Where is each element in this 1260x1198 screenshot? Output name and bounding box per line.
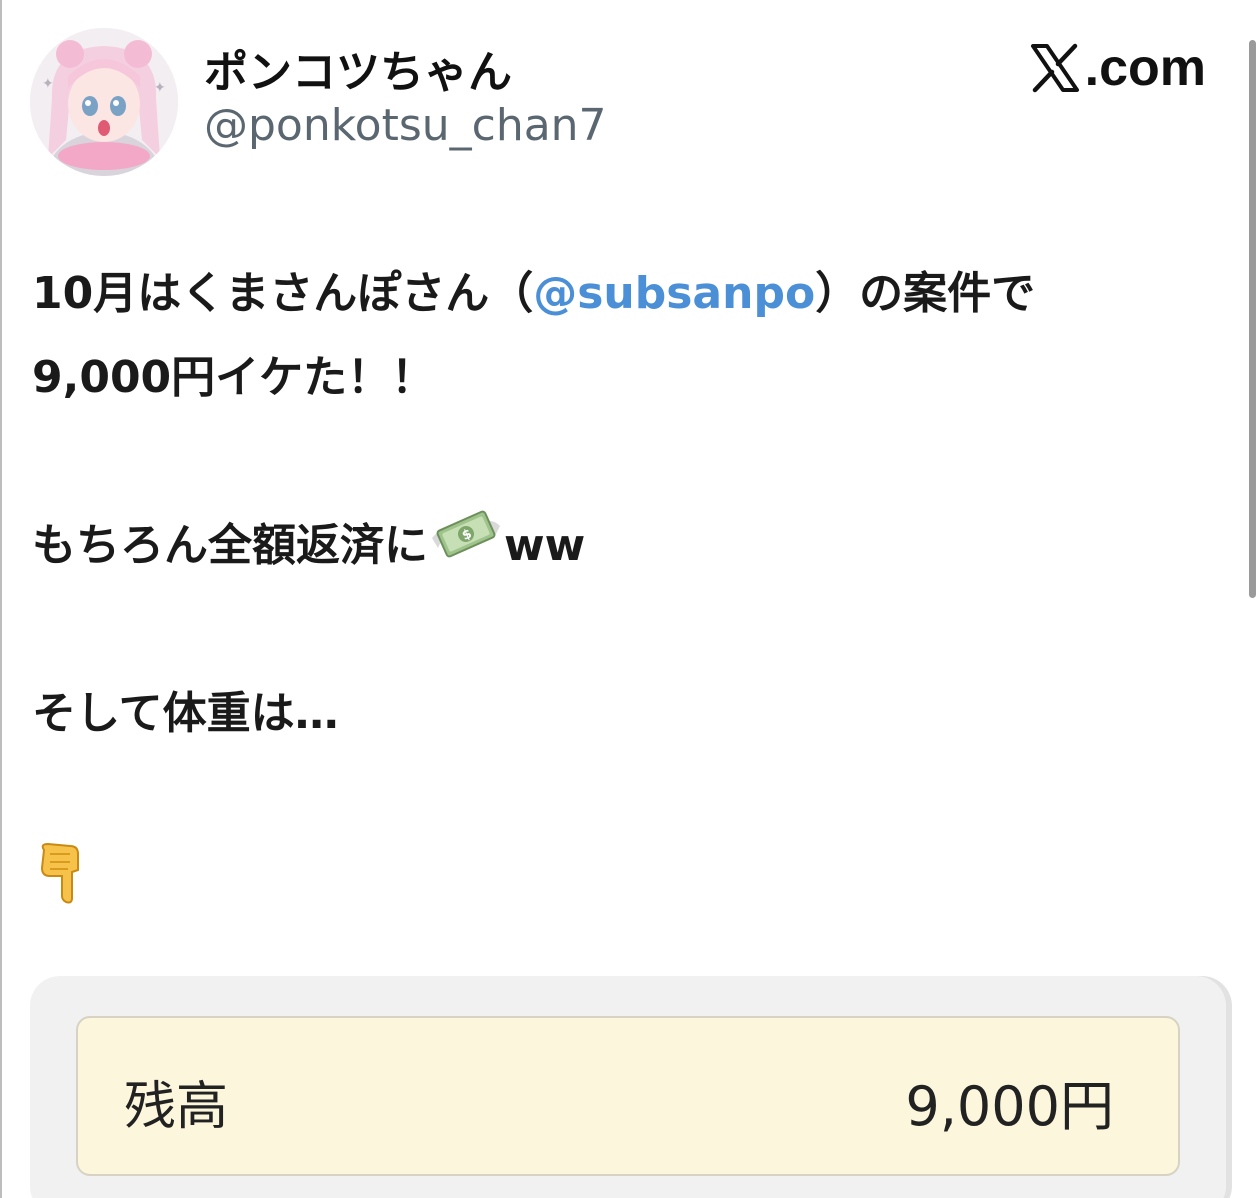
svg-text:✦: ✦ bbox=[42, 76, 54, 92]
tweet-line-2: 9,000円イケた！！ bbox=[32, 352, 436, 403]
tweet-text-segment: もちろん全額返済に bbox=[32, 520, 428, 571]
backhand-index-pointing-down-icon bbox=[32, 840, 92, 932]
money-with-wings-icon: $ bbox=[428, 504, 504, 592]
balance-value: 9,000円 bbox=[905, 1075, 1114, 1138]
tweet-line-4: そして体重は… bbox=[32, 688, 339, 739]
tweet-line-5 bbox=[32, 840, 1232, 924]
balance-label: 残高 bbox=[124, 1077, 229, 1137]
avatar[interactable]: ✦ ✦ bbox=[30, 28, 178, 176]
tweet-text-segment: ）の案件で bbox=[815, 268, 1036, 319]
x-com-brand: .com bbox=[1029, 38, 1206, 98]
tweet-line-1: 10月はくまさんぽさん（@subsanpo）の案件で bbox=[32, 252, 1232, 336]
tweet-line-3: もちろん全額返済に $ ww bbox=[32, 504, 1232, 588]
display-name[interactable]: ポンコツちゃん bbox=[204, 36, 512, 100]
x-logo-icon bbox=[1030, 43, 1079, 93]
svg-text:✦: ✦ bbox=[154, 80, 166, 96]
tweet-text-segment: ww bbox=[504, 520, 586, 571]
balance-panel: 残高 9,000円 bbox=[76, 1016, 1180, 1176]
mention-link[interactable]: @subsanpo bbox=[533, 268, 815, 319]
brand-text: .com bbox=[1084, 39, 1206, 97]
scrollbar[interactable] bbox=[1249, 40, 1256, 598]
balance-card: 残高 9,000円 bbox=[30, 976, 1226, 1198]
tweet-text-segment: 10月はくまさんぽさん（ bbox=[32, 268, 534, 319]
user-handle[interactable]: @ponkotsu_chan7 bbox=[204, 100, 607, 151]
avatar-illustration: ✦ ✦ bbox=[30, 28, 178, 176]
tweet-text: 10月はくまさんぽさん（@subsanpo）の案件で 9,000円イケた！！ も… bbox=[32, 252, 1232, 924]
